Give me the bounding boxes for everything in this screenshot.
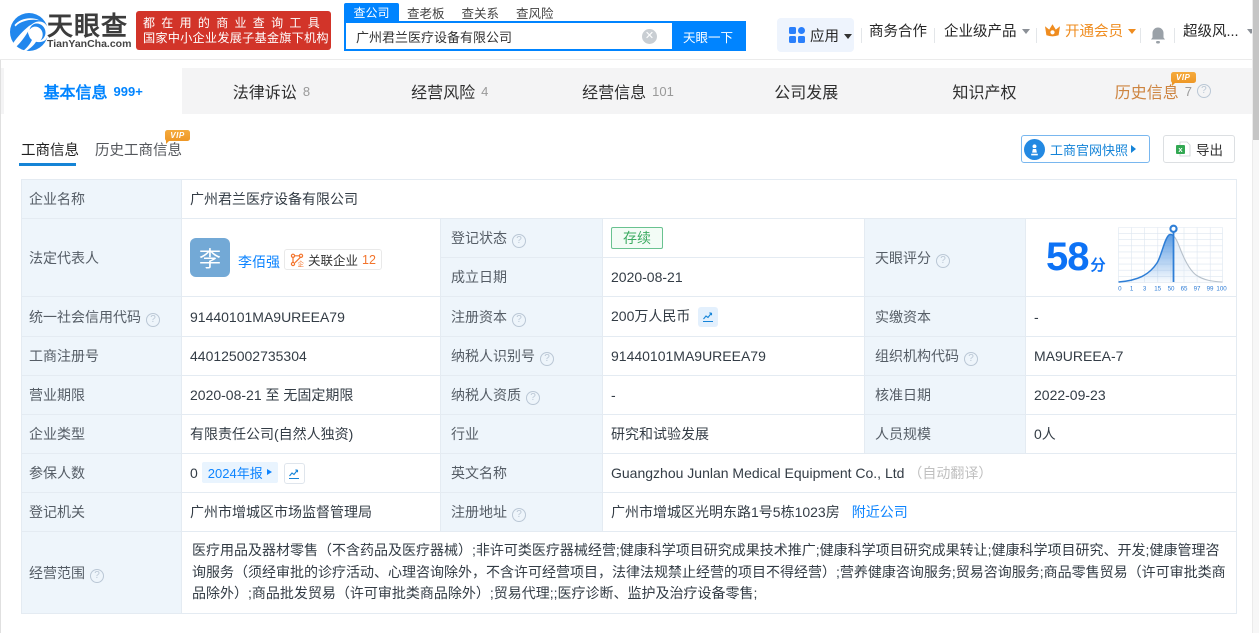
svg-text:15: 15 [1154,285,1161,292]
svg-text:0: 0 [1118,285,1122,292]
svg-text:1: 1 [1129,285,1133,292]
svg-text:100: 100 [1216,285,1227,292]
svg-text:3: 3 [1142,285,1146,292]
svg-text:50: 50 [1167,285,1174,292]
svg-text:97: 97 [1193,285,1200,292]
svg-text:企: 企 [298,259,305,267]
svg-text:65: 65 [1180,285,1187,292]
svg-text:99: 99 [1206,285,1213,292]
